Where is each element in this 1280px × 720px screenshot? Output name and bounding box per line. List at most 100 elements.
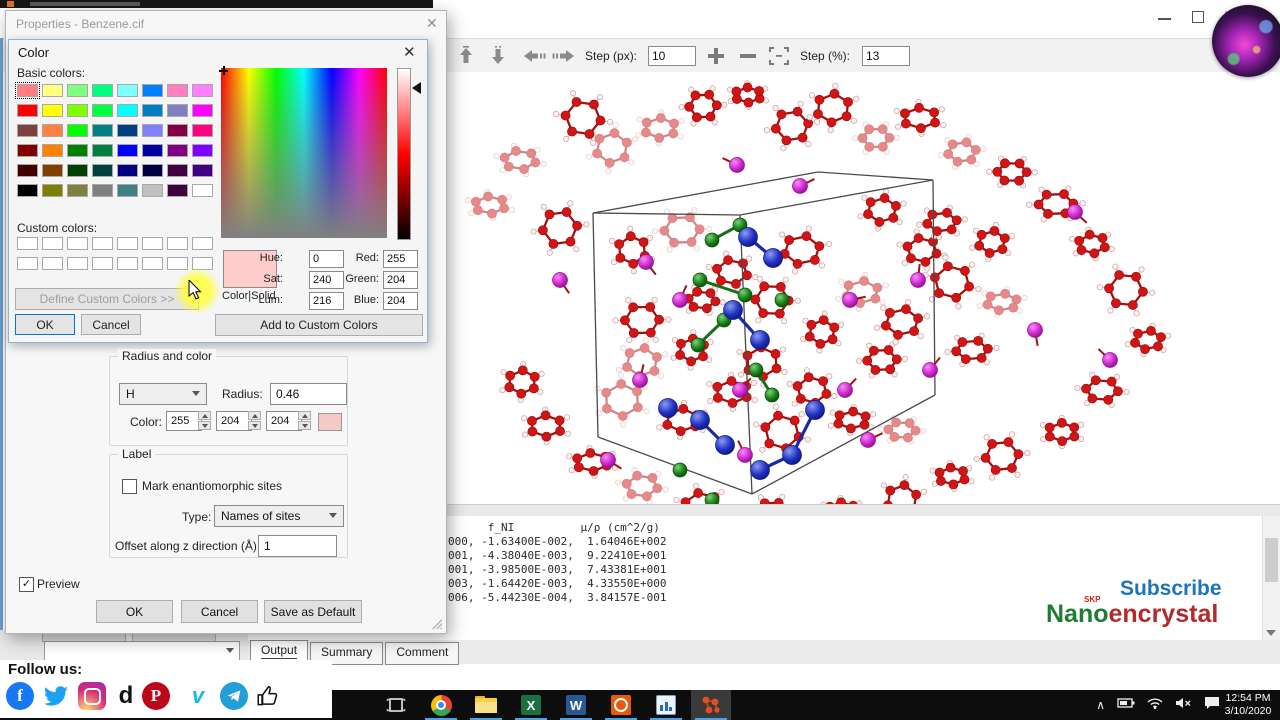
custom-color-swatch[interactable]: [42, 237, 63, 250]
basic-color-swatch[interactable]: [42, 104, 63, 117]
basic-color-swatch[interactable]: [117, 104, 138, 117]
luminance-slider-icon[interactable]: [412, 82, 421, 94]
color-r-spinner[interactable]: [198, 411, 211, 431]
basic-color-swatch[interactable]: [142, 84, 163, 97]
save-as-default-button[interactable]: Save as Default: [264, 600, 362, 623]
scrollbar-thumb[interactable]: [1265, 538, 1278, 582]
basic-color-swatch[interactable]: [167, 84, 188, 97]
color-b-input[interactable]: 204: [266, 411, 302, 431]
maximize-button[interactable]: [1192, 11, 1204, 23]
taskbar-clock[interactable]: 12:54 PM 3/10/2020: [1220, 692, 1276, 718]
basic-color-swatch[interactable]: [42, 84, 63, 97]
color-r-input[interactable]: 255: [166, 411, 202, 431]
basic-color-swatch[interactable]: [92, 84, 113, 97]
color-dialog-close-icon[interactable]: ✕: [403, 43, 416, 61]
label-type-select[interactable]: Names of sites: [214, 505, 344, 527]
color-g-spinner[interactable]: [248, 411, 261, 431]
output-scrollbar[interactable]: [1262, 516, 1280, 640]
custom-color-swatch[interactable]: [192, 237, 213, 250]
add-to-custom-colors-button[interactable]: Add to Custom Colors: [215, 314, 423, 336]
basic-color-swatch[interactable]: [67, 144, 88, 157]
basic-color-swatch[interactable]: [67, 104, 88, 117]
hue-sat-marker-icon[interactable]: [219, 66, 228, 75]
basic-color-swatch[interactable]: [192, 184, 213, 197]
color-cancel-button[interactable]: Cancel: [81, 314, 141, 335]
basic-color-swatch[interactable]: [67, 184, 88, 197]
basic-color-swatch[interactable]: [192, 84, 213, 97]
custom-color-swatch[interactable]: [67, 237, 88, 250]
custom-color-swatch[interactable]: [92, 237, 113, 250]
color-g-input[interactable]: 204: [216, 411, 252, 431]
basic-color-swatch[interactable]: [92, 104, 113, 117]
custom-color-swatch[interactable]: [142, 237, 163, 250]
basic-color-swatch[interactable]: [167, 184, 188, 197]
basic-color-swatch[interactable]: [17, 104, 38, 117]
custom-color-swatch[interactable]: [117, 257, 138, 270]
offset-z-input[interactable]: 1: [258, 535, 337, 557]
basic-color-swatch[interactable]: [17, 184, 38, 197]
basic-color-swatch[interactable]: [17, 144, 38, 157]
dailymotion-icon[interactable]: d: [112, 682, 140, 710]
basic-color-swatch[interactable]: [142, 164, 163, 177]
basic-color-swatch[interactable]: [42, 164, 63, 177]
custom-color-swatch[interactable]: [142, 257, 163, 270]
tab-comment[interactable]: Comment: [385, 642, 460, 665]
basic-color-swatch[interactable]: [142, 144, 163, 157]
hue-saturation-field[interactable]: [221, 68, 387, 238]
properties-close-icon[interactable]: ✕: [426, 15, 438, 32]
basic-color-swatch[interactable]: [192, 164, 213, 177]
basic-color-swatch[interactable]: [117, 124, 138, 137]
hue-input[interactable]: 0: [309, 250, 344, 268]
basic-color-swatch[interactable]: [42, 144, 63, 157]
blue-input[interactable]: 204: [383, 292, 418, 310]
basic-color-swatch[interactable]: [92, 124, 113, 137]
basic-color-swatch[interactable]: [17, 164, 38, 177]
taskbar-app-presentation[interactable]: [646, 690, 686, 720]
basic-color-swatch[interactable]: [117, 144, 138, 157]
properties-cancel-button[interactable]: Cancel: [181, 600, 258, 623]
custom-color-swatch[interactable]: [167, 237, 188, 250]
properties-ok-button[interactable]: OK: [96, 600, 173, 623]
basic-color-swatch[interactable]: [67, 124, 88, 137]
basic-color-swatch[interactable]: [42, 124, 63, 137]
taskbar-app-vesta[interactable]: [691, 690, 731, 720]
basic-color-swatch[interactable]: [142, 124, 163, 137]
thumbs-up-icon[interactable]: [254, 682, 282, 710]
basic-color-swatch[interactable]: [117, 84, 138, 97]
basic-color-swatch[interactable]: [167, 104, 188, 117]
battery-icon[interactable]: [1117, 696, 1135, 714]
color-b-spinner[interactable]: [298, 411, 311, 431]
minimize-button[interactable]: [1158, 18, 1171, 20]
basic-color-swatch[interactable]: [142, 104, 163, 117]
taskbar-app-recorder[interactable]: [601, 690, 641, 720]
pinterest-icon[interactable]: P: [142, 682, 170, 710]
basic-color-swatch[interactable]: [167, 124, 188, 137]
basic-color-swatch[interactable]: [117, 184, 138, 197]
basic-color-swatch[interactable]: [42, 184, 63, 197]
taskbar-app-task-view[interactable]: [376, 690, 416, 720]
basic-color-swatch[interactable]: [92, 184, 113, 197]
volume-muted-icon[interactable]: [1175, 696, 1192, 714]
custom-color-swatch[interactable]: [167, 257, 188, 270]
preview-checkbox[interactable]: ✓: [19, 577, 34, 592]
facebook-icon[interactable]: f: [6, 682, 34, 710]
basic-color-swatch[interactable]: [192, 144, 213, 157]
taskbar-app-word-doc[interactable]: W: [556, 690, 596, 720]
custom-color-swatch[interactable]: [17, 237, 38, 250]
taskbar-app-spreadsheet[interactable]: X: [511, 690, 551, 720]
lum-input[interactable]: 216: [309, 292, 344, 310]
vimeo-icon[interactable]: v: [184, 682, 212, 710]
custom-color-swatch[interactable]: [92, 257, 113, 270]
basic-color-swatch[interactable]: [167, 164, 188, 177]
custom-color-swatch[interactable]: [17, 257, 38, 270]
luminance-bar[interactable]: [397, 68, 411, 240]
basic-color-swatch[interactable]: [167, 144, 188, 157]
basic-color-swatch[interactable]: [92, 144, 113, 157]
taskbar-app-chrome[interactable]: [421, 690, 461, 720]
mark-enantiomorphic-checkbox[interactable]: [122, 479, 137, 494]
custom-color-swatch[interactable]: [42, 257, 63, 270]
basic-color-swatch[interactable]: [67, 84, 88, 97]
resize-grip[interactable]: [432, 619, 442, 629]
basic-color-swatch[interactable]: [142, 184, 163, 197]
element-select[interactable]: H: [119, 383, 207, 405]
